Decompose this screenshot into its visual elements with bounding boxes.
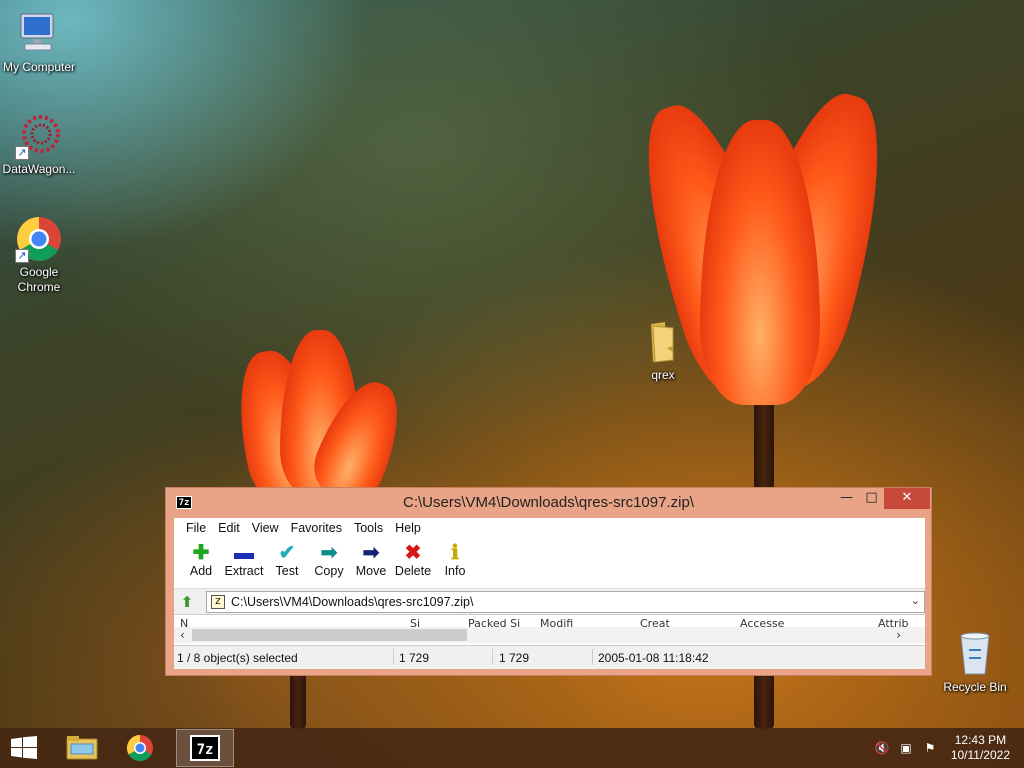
shortcut-arrow-icon: ↗ xyxy=(15,146,29,160)
7zip-icon: 7z xyxy=(190,735,220,761)
clock[interactable]: 12:43 PM 10/11/2022 xyxy=(951,733,1010,763)
horizontal-scrollbar[interactable]: ‹ › xyxy=(174,627,925,643)
menu-favorites[interactable]: Favorites xyxy=(285,521,348,535)
copy-icon: ➡ xyxy=(320,542,338,564)
taskbar-7zip[interactable]: 7z xyxy=(176,729,234,767)
menu-edit[interactable]: Edit xyxy=(212,521,246,535)
status-size: 1 729 xyxy=(399,651,430,665)
svg-text:7z: 7z xyxy=(197,742,214,758)
test-icon: ✔ xyxy=(278,542,296,564)
recycle-bin-icon xyxy=(951,630,999,678)
desktop-icon-qrex-folder[interactable]: qrex xyxy=(624,318,702,383)
delete-button[interactable]: ✖ Delete xyxy=(392,538,434,588)
file-explorer-icon xyxy=(66,736,98,760)
title-bar[interactable]: 7z C:\Users\VM4\Downloads\qres-src1097.z… xyxy=(166,488,931,518)
address-bar: ⬆ Z C:\Users\VM4\Downloads\qres-src1097.… xyxy=(174,589,925,615)
extract-label: Extract xyxy=(224,564,264,578)
menu-help[interactable]: Help xyxy=(389,521,427,535)
delete-icon: ✖ xyxy=(404,542,422,564)
menu-tools[interactable]: Tools xyxy=(348,521,389,535)
speaker-muted-icon[interactable]: 🔇 xyxy=(874,740,890,756)
chrome-icon: ↗ xyxy=(15,215,63,263)
copy-button[interactable]: ➡ Copy xyxy=(308,538,350,588)
close-button[interactable]: ✕ xyxy=(884,488,930,509)
windows-logo-icon xyxy=(11,736,37,759)
address-text: C:\Users\VM4\Downloads\qres-src1097.zip\ xyxy=(231,595,474,609)
move-icon: ➡ xyxy=(362,542,380,564)
desktop-icon-label: My Computer xyxy=(2,60,76,74)
clock-date: 10/11/2022 xyxy=(950,748,1010,762)
taskbar-chrome[interactable] xyxy=(114,729,166,767)
extract-icon: ▬ xyxy=(234,542,254,564)
desktop-icon-label: Google Chrome xyxy=(17,265,61,294)
scroll-right-icon[interactable]: › xyxy=(896,627,901,643)
taskbar: 7z 🔇 ▣ ⚑ 12:43 PM 10/11/2022 xyxy=(0,728,1024,768)
system-tray: 🔇 ▣ ⚑ 12:43 PM 10/11/2022 xyxy=(864,728,1024,768)
file-list[interactable]: N Si Packed Si Modifi Creat Accesse Attr… xyxy=(174,615,925,643)
scrollbar-thumb[interactable] xyxy=(192,629,467,641)
window-title: C:\Users\VM4\Downloads\qres-src1097.zip\ xyxy=(403,494,694,511)
move-button[interactable]: ➡ Move xyxy=(350,538,392,588)
status-modified: 2005-01-08 11:18:42 xyxy=(598,651,709,665)
add-icon: ✚ xyxy=(192,542,210,564)
up-folder-icon[interactable]: ⬆ xyxy=(178,593,196,611)
shortcut-arrow-icon: ↗ xyxy=(15,249,29,263)
desktop-icon-recycle-bin[interactable]: Recycle Bin xyxy=(936,630,1014,695)
test-button[interactable]: ✔ Test xyxy=(266,538,308,588)
desktop-icon-label: DataWagon... xyxy=(2,162,76,176)
info-icon: ℹ xyxy=(451,542,459,564)
extract-button[interactable]: ▬ Extract xyxy=(222,538,266,588)
chevron-down-icon[interactable]: ⌄ xyxy=(911,594,920,607)
delete-label: Delete xyxy=(394,564,432,578)
taskbar-file-explorer[interactable] xyxy=(56,729,108,767)
menu-bar: File Edit View Favorites Tools Help xyxy=(174,518,925,538)
address-field[interactable]: Z C:\Users\VM4\Downloads\qres-src1097.zi… xyxy=(206,591,925,613)
desktop-icon-label: qrex xyxy=(651,368,675,382)
status-bar: 1 / 8 object(s) selected 1 729 1 729 200… xyxy=(174,645,925,669)
7zip-window: 7z C:\Users\VM4\Downloads\qres-src1097.z… xyxy=(165,487,932,676)
info-label: Info xyxy=(444,564,466,578)
copy-label: Copy xyxy=(314,564,344,578)
add-label: Add xyxy=(189,564,213,578)
info-button[interactable]: ℹ Info xyxy=(434,538,476,588)
menu-file[interactable]: File xyxy=(180,521,212,535)
folder-icon xyxy=(639,318,687,366)
scroll-left-icon[interactable]: ‹ xyxy=(180,627,185,643)
menu-view[interactable]: View xyxy=(246,521,285,535)
desktop-icon-label: Recycle Bin xyxy=(943,680,1007,694)
test-label: Test xyxy=(275,564,299,578)
status-packed-size: 1 729 xyxy=(499,651,530,665)
maximize-button[interactable]: □ xyxy=(858,488,885,509)
computer-icon xyxy=(15,10,63,58)
clock-time: 12:43 PM xyxy=(954,733,1007,747)
minimize-button[interactable]: — xyxy=(833,488,860,509)
datawagon-icon: ↗ xyxy=(15,112,63,160)
start-button[interactable] xyxy=(10,736,38,760)
move-label: Move xyxy=(355,564,387,578)
desktop-icon-my-computer[interactable]: My Computer xyxy=(0,10,78,75)
desktop-icon-datawagon[interactable]: ↗ DataWagon... xyxy=(0,112,78,177)
zip-file-icon: Z xyxy=(211,595,225,609)
add-button[interactable]: ✚ Add xyxy=(180,538,222,588)
action-center-flag-icon[interactable]: ⚑ xyxy=(922,740,938,756)
chrome-icon xyxy=(126,734,153,762)
desktop-icon-google-chrome[interactable]: ↗ Google Chrome xyxy=(0,215,78,295)
network-icon[interactable]: ▣ xyxy=(898,740,914,756)
toolbar: ✚ Add ▬ Extract ✔ Test ➡ Copy ➡ Move ✖ D… xyxy=(174,538,925,589)
window-client: File Edit View Favorites Tools Help ✚ Ad… xyxy=(174,518,925,669)
status-selection: 1 / 8 object(s) selected xyxy=(177,651,298,665)
